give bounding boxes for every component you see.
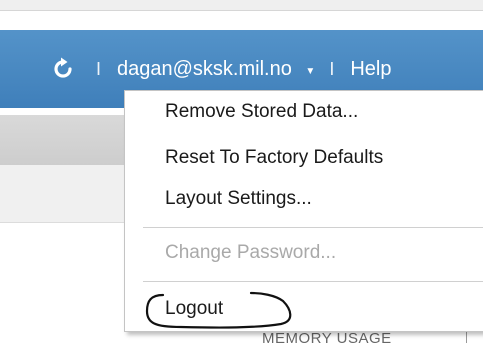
user-email: dagan@sksk.mil.no [117, 57, 292, 80]
user-menu-button[interactable]: dagan@sksk.mil.no ▼ [117, 58, 315, 81]
user-dropdown-menu: Remove Stored Data... Reset To Factory D… [124, 90, 483, 332]
caret-down-icon: ▼ [305, 65, 316, 77]
hand-drawn-circle-annotation [145, 291, 292, 329]
memory-usage-label: MEMORY USAGE [262, 330, 392, 347]
help-link[interactable]: Help [350, 58, 391, 81]
menu-item-remove-stored-data[interactable]: Remove Stored Data... [165, 100, 358, 124]
top-strip [0, 0, 483, 11]
menu-item-reset-factory-defaults[interactable]: Reset To Factory Defaults [165, 146, 383, 170]
header-separator: I [96, 58, 102, 79]
menu-divider [143, 227, 483, 228]
menu-item-layout-settings[interactable]: Layout Settings... [165, 187, 312, 211]
refresh-icon[interactable] [50, 56, 76, 82]
menu-divider [143, 281, 483, 282]
header-separator: I [329, 58, 335, 79]
menu-item-change-password: Change Password... [165, 242, 337, 263]
